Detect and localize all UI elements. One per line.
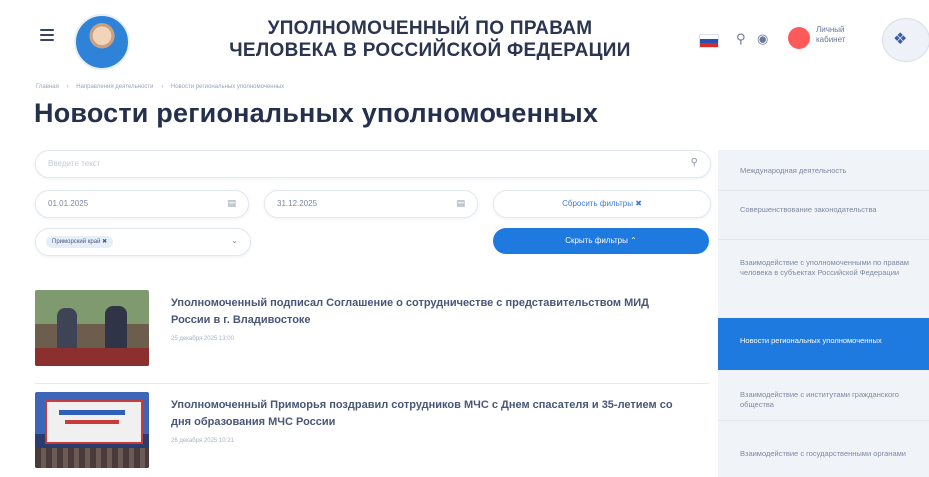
sidebar-item-label: Взаимодействие с уполномоченными по прав…	[740, 258, 909, 277]
sidebar-item-label: Взаимодействие с государственными органа…	[740, 449, 906, 458]
date-to-field[interactable]: 31.12.2025 ▤	[264, 190, 478, 218]
breadcrumb-current: Новости региональных уполномоченных	[170, 84, 285, 90]
sidebar-item-civil-society[interactable]: Взаимодействие с институтами гражданског…	[718, 370, 929, 420]
ombudsman-avatar[interactable]	[74, 14, 130, 70]
sidebar-item-state-bodies[interactable]: Взаимодействие с государственными органа…	[718, 421, 929, 477]
site-title-line2: ЧЕЛОВЕКА В РОССИЙСКОЙ ФЕДЕРАЦИИ	[229, 40, 631, 61]
search-input[interactable]: Введите текст ⚲	[35, 150, 711, 178]
calendar-icon[interactable]: ▤	[227, 198, 236, 209]
sidebar-item-regional-news[interactable]: Новости региональных уполномоченных	[718, 318, 929, 370]
sidebar-item-label: Международная деятельность	[740, 166, 847, 175]
breadcrumb-home[interactable]: Главная	[36, 84, 59, 90]
news-title[interactable]: Уполномоченный подписал Соглашение о сот…	[171, 295, 691, 329]
date-to-value: 31.12.2025	[277, 199, 318, 208]
menu-icon[interactable]	[40, 29, 54, 41]
site-title[interactable]: УПОЛНОМОЧЕННЫЙ ПО ПРАВАМ ЧЕЛОВЕКА В РОСС…	[200, 18, 660, 62]
page-title: Новости региональных уполномоченных	[34, 98, 599, 128]
date-from-field[interactable]: 01.01.2025 ▤	[35, 190, 249, 218]
sidebar-item-regional-cooperation[interactable]: Взаимодействие с уполномоченными по прав…	[718, 240, 929, 318]
sidebar-item-label: Совершенствование законодательства	[740, 205, 877, 214]
news-date: 26 декабря 2025 10:21	[171, 438, 234, 444]
news-date: 25 декабря 2025 13:00	[171, 336, 234, 342]
search-icon[interactable]: ⚲	[691, 157, 698, 168]
news-divider	[35, 383, 709, 384]
news-item[interactable]: Уполномоченный подписал Соглашение о сот…	[35, 290, 709, 370]
russian-flag-icon[interactable]	[699, 34, 719, 48]
news-thumbnail[interactable]	[35, 392, 149, 468]
accessibility-eye-icon[interactable]: ◉	[757, 31, 768, 47]
date-from-value: 01.01.2025	[48, 199, 89, 208]
breadcrumb: Главная › Направления деятельности › Нов…	[36, 84, 290, 90]
search-icon[interactable]: ⚲	[736, 31, 746, 47]
breadcrumb-separator: ›	[161, 84, 164, 90]
account-label[interactable]: Личный кабинет	[816, 25, 862, 45]
account-icon[interactable]	[788, 27, 810, 49]
site-title-line1: УПОЛНОМОЧЕННЫЙ ПО ПРАВАМ	[267, 18, 593, 39]
news-title[interactable]: Уполномоченный Приморья поздравил сотруд…	[171, 397, 691, 431]
news-thumbnail[interactable]	[35, 290, 149, 366]
news-item[interactable]: Уполномоченный Приморья поздравил сотруд…	[35, 392, 709, 472]
emblem-eagle-icon: ❖	[893, 31, 908, 48]
breadcrumb-separator: ›	[66, 84, 69, 90]
sidebar-item-legislation[interactable]: Совершенствование законодательства	[718, 191, 929, 239]
hide-filters-button[interactable]: Скрыть фильтры ⌃	[493, 228, 709, 254]
chevron-down-icon[interactable]: ⌄	[231, 236, 238, 245]
calendar-icon[interactable]: ▤	[456, 198, 465, 209]
sidebar-item-international[interactable]: Международная деятельность	[718, 150, 929, 190]
region-chip[interactable]: Приморский край ✖	[46, 236, 114, 248]
sidebar-item-label: Взаимодействие с институтами гражданског…	[740, 390, 899, 409]
site-header: УПОЛНОМОЧЕННЫЙ ПО ПРАВАМ ЧЕЛОВЕКА В РОСС…	[0, 0, 929, 84]
reset-filters-button[interactable]: Сбросить фильтры ✖	[493, 190, 711, 218]
sidebar-item-label: Новости региональных уполномоченных	[740, 336, 882, 345]
search-placeholder: Введите текст	[48, 159, 101, 168]
region-select[interactable]: Приморский край ✖ ⌄	[35, 228, 251, 256]
breadcrumb-directions[interactable]: Направления деятельности	[76, 84, 153, 90]
section-sidebar: Международная деятельность Совершенствов…	[718, 150, 929, 477]
page: УПОЛНОМОЧЕННЫЙ ПО ПРАВАМ ЧЕЛОВЕКА В РОСС…	[0, 0, 929, 477]
